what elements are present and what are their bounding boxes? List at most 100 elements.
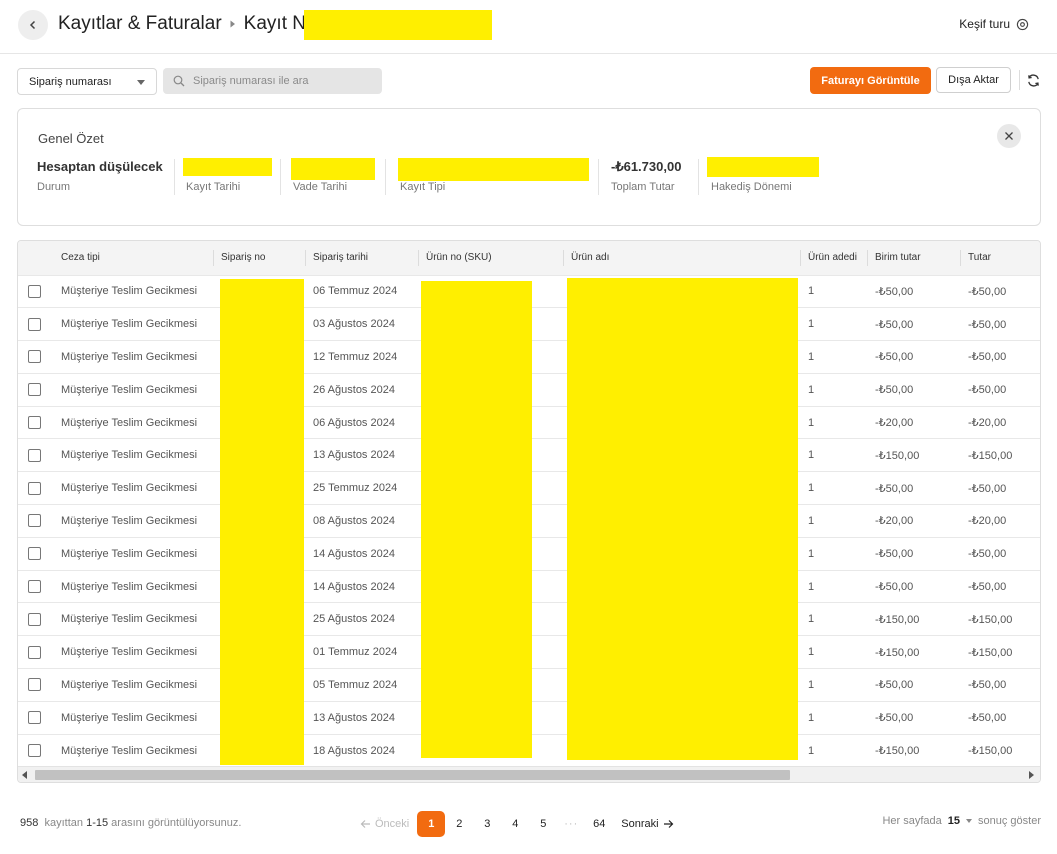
unit-price-cell: -₺20,00 (868, 405, 961, 439)
scroll-right-icon[interactable] (1029, 771, 1034, 779)
close-summary-button[interactable] (997, 124, 1021, 148)
search-box (163, 68, 382, 94)
redacted-record-number (304, 10, 492, 40)
amount-cell: -₺150,00 (961, 438, 1040, 472)
amount-cell: -₺50,00 (961, 668, 1040, 702)
page-ellipsis: ··· (564, 818, 579, 830)
breadcrumb-parent[interactable]: Kayıtlar & Faturalar (58, 13, 222, 35)
search-field-select[interactable]: Sipariş numarası (17, 68, 157, 95)
view-invoice-button[interactable]: Faturayı Görüntüle (810, 67, 931, 94)
quantity-cell: 1 (801, 274, 868, 308)
amount-cell: -₺150,00 (961, 733, 1040, 767)
column-header[interactable]: Sipariş tarihi (306, 241, 419, 275)
column-header[interactable]: Ceza tipi (54, 241, 214, 275)
row-checkbox-cell (18, 668, 54, 702)
amount-cell: -₺50,00 (961, 536, 1040, 571)
row-checkbox-cell (18, 700, 54, 735)
row-checkbox-cell (18, 602, 54, 636)
chevron-left-icon (29, 20, 36, 30)
order-date-cell: 13 Ağustos 2024 (306, 438, 419, 472)
page-button-1[interactable]: 1 (417, 811, 446, 837)
row-checkbox[interactable] (28, 514, 41, 528)
summary-total-label: Toplam Tutar (611, 181, 675, 193)
page-button-3[interactable]: 3 (473, 811, 501, 837)
amount-cell: -₺50,00 (961, 471, 1040, 505)
refresh-button[interactable] (1023, 70, 1043, 90)
row-checkbox[interactable] (28, 580, 41, 594)
column-header[interactable]: Birim tutar (868, 241, 961, 275)
summary-card: Genel Özet Hesaptan düşülecek Durum Kayı… (17, 108, 1041, 226)
quantity-cell: 1 (801, 504, 868, 538)
scroll-left-icon[interactable] (22, 771, 27, 779)
toolbar-divider (1019, 70, 1020, 90)
row-checkbox[interactable] (28, 744, 41, 758)
row-checkbox[interactable] (28, 481, 41, 495)
order-date-cell: 01 Temmuz 2024 (306, 635, 419, 669)
page-button-5[interactable]: 5 (529, 811, 557, 837)
penalty-type-cell: Müşteriye Teslim Gecikmesi (54, 438, 214, 472)
row-checkbox[interactable] (28, 711, 41, 725)
column-header[interactable]: Tutar (961, 241, 1040, 275)
next-page-label: Sonraki (621, 818, 659, 830)
amount-cell: -₺150,00 (961, 635, 1040, 669)
total-count: 958 (20, 817, 39, 829)
horizontal-scrollbar[interactable] (18, 766, 1040, 782)
amount-cell: -₺20,00 (961, 405, 1040, 439)
amount-cell: -₺50,00 (961, 569, 1040, 603)
row-checkbox[interactable] (28, 645, 41, 659)
previous-page-button[interactable]: Önceki (360, 818, 409, 830)
amount-cell: -₺50,00 (961, 307, 1040, 341)
penalty-type-cell: Müşteriye Teslim Gecikmesi (54, 372, 214, 407)
unit-price-cell: -₺50,00 (868, 372, 961, 407)
per-page-select[interactable]: 15 (947, 815, 973, 827)
per-page-value: 15 (947, 815, 961, 827)
column-header[interactable]: Ürün adedi (801, 241, 868, 275)
penalty-type-cell: Müşteriye Teslim Gecikmesi (54, 602, 214, 636)
header-checkbox-cell (18, 241, 54, 275)
summary-divider (385, 159, 386, 195)
summary-total-value: -₺61.730,00 (611, 159, 682, 174)
scrollbar-thumb[interactable] (35, 770, 790, 780)
row-checkbox[interactable] (28, 317, 41, 331)
redacted-order-numbers (220, 279, 304, 765)
row-checkbox[interactable] (28, 416, 41, 430)
penalty-type-cell: Müşteriye Teslim Gecikmesi (54, 536, 214, 571)
row-checkbox-cell (18, 635, 54, 669)
column-header[interactable]: Ürün no (SKU) (419, 241, 564, 275)
row-checkbox[interactable] (28, 284, 41, 298)
search-input[interactable] (193, 75, 368, 87)
refresh-icon (1027, 73, 1039, 87)
row-checkbox-cell (18, 733, 54, 767)
column-header[interactable]: Ürün adı (564, 241, 801, 275)
page-button-last[interactable]: 64 (585, 811, 613, 837)
penalty-type-cell: Müşteriye Teslim Gecikmesi (54, 340, 214, 374)
quantity-cell: 1 (801, 405, 868, 439)
column-header[interactable]: Sipariş no (214, 241, 306, 275)
amount-cell: -₺150,00 (961, 602, 1040, 636)
page-button-2[interactable]: 2 (445, 811, 473, 837)
arrow-left-icon (360, 820, 370, 828)
row-checkbox[interactable] (28, 547, 41, 561)
next-page-button[interactable]: Sonraki (621, 818, 673, 830)
row-checkbox[interactable] (28, 448, 41, 462)
export-button[interactable]: Dışa Aktar (936, 67, 1011, 93)
summary-status: Hesaptan düşülecek Durum (37, 159, 163, 193)
row-checkbox[interactable] (28, 383, 41, 397)
row-checkbox-cell (18, 438, 54, 472)
back-button[interactable] (18, 10, 48, 40)
penalty-type-cell: Müşteriye Teslim Gecikmesi (54, 700, 214, 735)
pagination-info: 958 kayıttan 1-15 arasını görüntülüyorsu… (20, 817, 241, 829)
row-checkbox[interactable] (28, 678, 41, 692)
order-date-cell: 03 Ağustos 2024 (306, 307, 419, 341)
penalty-type-cell: Müşteriye Teslim Gecikmesi (54, 733, 214, 767)
tour-button[interactable]: Keşif turu (959, 17, 1029, 31)
row-checkbox[interactable] (28, 612, 41, 626)
gear-icon (1016, 18, 1029, 30)
amount-cell: -₺50,00 (961, 340, 1040, 374)
caret-down-icon (137, 80, 145, 85)
caret-down-icon (966, 819, 973, 823)
unit-price-cell: -₺50,00 (868, 340, 961, 374)
page-button-4[interactable]: 4 (501, 811, 529, 837)
row-checkbox[interactable] (28, 350, 41, 364)
page-header: Kayıtlar & Faturalar Kayıt No: Keşif tur… (0, 0, 1057, 54)
